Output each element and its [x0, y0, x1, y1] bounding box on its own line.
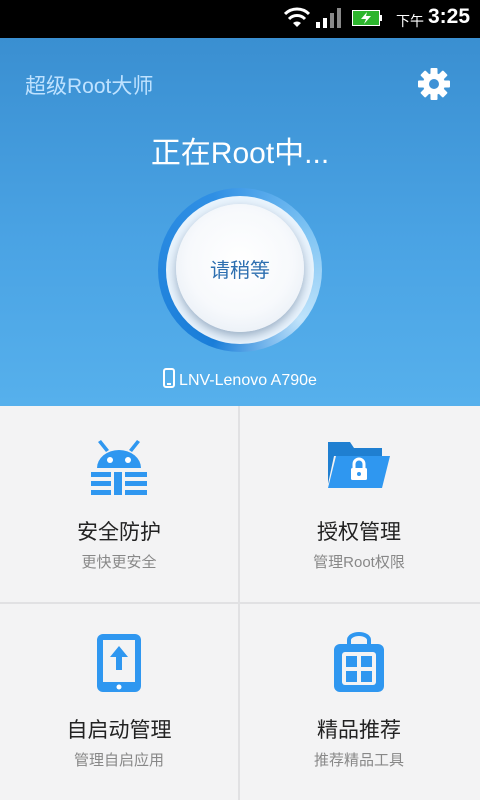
tile-security-title: 安全防护: [77, 521, 161, 544]
root-status-text: 正在Root中...: [150, 137, 330, 170]
device-info: LNV-Lenovo A790e: [0, 368, 480, 390]
settings-button[interactable]: [414, 64, 454, 104]
status-ampm: 下午: [396, 14, 424, 30]
tile-recommend[interactable]: 精品推荐 推荐精品工具: [240, 604, 478, 800]
app-store-bag-icon: [334, 632, 384, 692]
wifi-icon: [284, 7, 310, 27]
root-wait-button[interactable]: 请稍等: [176, 204, 304, 332]
phone-upload-icon: [97, 634, 141, 692]
gear-icon: [418, 68, 450, 100]
tile-recommend-subtitle: 推荐精品工具: [313, 752, 404, 769]
tile-authorization-subtitle: 管理Root权限: [313, 554, 405, 571]
tile-authorization-title: 授权管理: [317, 521, 401, 544]
feature-grid: 安全防护 更快更安全 授权管理 管理Root权限 自启动管理 管理自启应用 精品…: [0, 406, 480, 800]
battery-charging-icon: [352, 10, 382, 26]
signal-icon: [316, 8, 341, 28]
tile-recommend-title: 精品推荐: [317, 719, 401, 742]
status-time: 3:25: [427, 5, 470, 28]
tile-security[interactable]: 安全防护 更快更安全: [0, 406, 238, 602]
tile-security-subtitle: 更快更安全: [81, 554, 157, 571]
tile-autostart-subtitle: 管理自启应用: [73, 752, 164, 769]
security-robot-icon: [91, 440, 147, 495]
phone-icon: [163, 368, 176, 388]
device-name: LNV-Lenovo A790e: [179, 372, 317, 389]
app-title: 超级Root大师: [25, 75, 154, 98]
lock-folder-icon: [328, 442, 390, 488]
tile-authorization[interactable]: 授权管理 管理Root权限: [240, 406, 478, 602]
root-wait-label: 请稍等: [210, 259, 270, 282]
tile-autostart[interactable]: 自启动管理 管理自启应用: [0, 604, 238, 800]
status-bar: 下午 3:25: [0, 0, 480, 38]
tile-autostart-title: 自启动管理: [66, 719, 172, 742]
